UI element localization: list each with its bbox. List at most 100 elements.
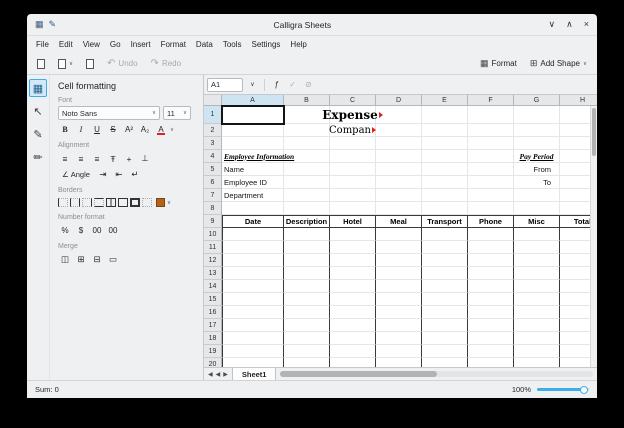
cell-C14[interactable] — [330, 280, 376, 293]
cell-G1[interactable] — [514, 106, 560, 124]
cell-C5[interactable] — [330, 163, 376, 176]
menu-tools[interactable]: Tools — [218, 38, 247, 51]
open-document-button[interactable]: ∨ — [54, 57, 77, 71]
merge-horizontal-button[interactable]: ⊞ — [74, 253, 88, 266]
cell-A15[interactable] — [222, 293, 284, 306]
cell-D2[interactable] — [376, 124, 422, 137]
cell-C6[interactable] — [330, 176, 376, 189]
menu-edit[interactable]: Edit — [54, 38, 78, 51]
cell-E15[interactable] — [422, 293, 468, 306]
cell-A7[interactable]: Department — [222, 189, 284, 202]
align-middle-button[interactable]: + — [122, 152, 136, 165]
italic-button[interactable]: I — [74, 123, 88, 136]
cell-D5[interactable] — [376, 163, 422, 176]
next-sheet-button[interactable]: ▶ — [223, 371, 228, 378]
vertical-scrollbar[interactable] — [590, 106, 597, 367]
row-header-10[interactable]: 10 — [204, 228, 222, 241]
cell-G11[interactable] — [514, 241, 560, 254]
cell-C11[interactable] — [330, 241, 376, 254]
increase-precision-button[interactable]: 00 — [90, 224, 104, 237]
cell-F17[interactable] — [468, 319, 514, 332]
cell-F18[interactable] — [468, 332, 514, 345]
cell-A19[interactable] — [222, 345, 284, 358]
row-header-5[interactable]: 5 — [204, 163, 222, 176]
menu-insert[interactable]: Insert — [126, 38, 156, 51]
pen-tool-button[interactable]: ✎ — [29, 125, 47, 143]
cell-A10[interactable] — [222, 228, 284, 241]
cell-C3[interactable] — [330, 137, 376, 150]
cell-F10[interactable] — [468, 228, 514, 241]
cancel-icon[interactable]: ⊘ — [302, 80, 315, 89]
cell-G4[interactable]: Pay Period — [514, 150, 560, 163]
row-header-18[interactable]: 18 — [204, 332, 222, 345]
cell-D18[interactable] — [376, 332, 422, 345]
cell-G18[interactable] — [514, 332, 560, 345]
angle-button[interactable]: ∠ Angle — [58, 168, 94, 181]
subscript-button[interactable]: A₂ — [138, 123, 152, 136]
cell-F3[interactable] — [468, 137, 514, 150]
cell-A2[interactable] — [222, 124, 284, 137]
cell-D3[interactable] — [376, 137, 422, 150]
align-right-button[interactable]: ≡ — [90, 152, 104, 165]
cell-F6[interactable] — [468, 176, 514, 189]
underline-button[interactable]: U — [90, 123, 104, 136]
row-header-4[interactable]: 4 — [204, 150, 222, 163]
cell-D12[interactable] — [376, 254, 422, 267]
cell-A5[interactable]: Name — [222, 163, 284, 176]
menu-settings[interactable]: Settings — [247, 38, 286, 51]
apply-icon[interactable]: ✓ — [286, 80, 299, 89]
cell-E14[interactable] — [422, 280, 468, 293]
undo-button[interactable]: ↶ Undo — [103, 57, 142, 70]
cell-B14[interactable] — [284, 280, 330, 293]
row-header-2[interactable]: 2 — [204, 124, 222, 137]
cell-F20[interactable] — [468, 358, 514, 367]
font-color-button[interactable]: A — [154, 123, 168, 136]
cell-G12[interactable] — [514, 254, 560, 267]
align-bottom-button[interactable]: ⊥ — [138, 152, 152, 165]
row-header-17[interactable]: 17 — [204, 319, 222, 332]
cell-F7[interactable] — [468, 189, 514, 202]
cell-B18[interactable] — [284, 332, 330, 345]
cell-E5[interactable] — [422, 163, 468, 176]
border-outline-button[interactable] — [118, 198, 128, 207]
cell-E1[interactable] — [422, 106, 468, 124]
cell-G3[interactable] — [514, 137, 560, 150]
zoom-slider[interactable] — [537, 388, 589, 391]
cell-D9[interactable]: Meal — [376, 215, 422, 228]
column-header-B[interactable]: B — [284, 95, 330, 106]
cell-A12[interactable] — [222, 254, 284, 267]
cell-F15[interactable] — [468, 293, 514, 306]
cell-A1[interactable] — [222, 106, 284, 124]
cell-B16[interactable] — [284, 306, 330, 319]
row-header-3[interactable]: 3 — [204, 137, 222, 150]
cell-D13[interactable] — [376, 267, 422, 280]
cell-C16[interactable] — [330, 306, 376, 319]
menu-help[interactable]: Help — [285, 38, 311, 51]
border-all-button[interactable] — [106, 198, 116, 207]
cell-reference-dropdown[interactable]: ∨ — [246, 81, 259, 88]
column-header-G[interactable]: G — [514, 95, 560, 106]
cell-E19[interactable] — [422, 345, 468, 358]
row-header-1[interactable]: 1 — [204, 106, 222, 124]
cell-F11[interactable] — [468, 241, 514, 254]
row-header-9[interactable]: 9 — [204, 215, 222, 228]
menu-view[interactable]: View — [78, 38, 105, 51]
cell-B9[interactable]: Description — [284, 215, 330, 228]
cell-B20[interactable] — [284, 358, 330, 367]
menu-file[interactable]: File — [31, 38, 54, 51]
chevron-down-icon[interactable]: ∨ — [170, 127, 174, 133]
cell-F8[interactable] — [468, 202, 514, 215]
tab-sheet1[interactable]: Sheet1 — [232, 368, 277, 380]
cell-G7[interactable] — [514, 189, 560, 202]
border-vertical-button[interactable] — [70, 198, 80, 207]
horizontal-scrollbar-thumb[interactable] — [280, 371, 436, 377]
cell-F1[interactable] — [468, 106, 514, 124]
cell-C10[interactable] — [330, 228, 376, 241]
cell-F4[interactable] — [468, 150, 514, 163]
row-header-20[interactable]: 20 — [204, 358, 222, 367]
cell-C8[interactable] — [330, 202, 376, 215]
cell-G20[interactable] — [514, 358, 560, 367]
cell-F14[interactable] — [468, 280, 514, 293]
cell-C18[interactable] — [330, 332, 376, 345]
cell-B15[interactable] — [284, 293, 330, 306]
